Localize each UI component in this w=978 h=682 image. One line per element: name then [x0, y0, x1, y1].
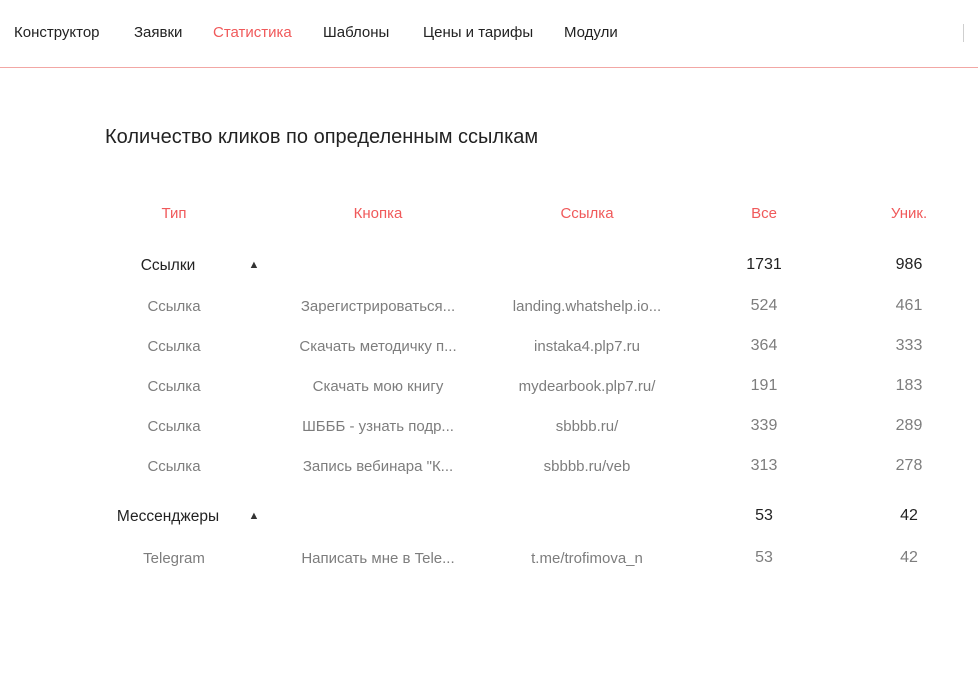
- collapse-triangle-icon[interactable]: ▲: [249, 259, 260, 271]
- column-header-all: Все: [751, 205, 777, 222]
- row-link[interactable]: mydearbook.plp7.ru/: [519, 378, 656, 395]
- row-link[interactable]: t.me/trofimova_n: [531, 550, 643, 567]
- nav-item-modules[interactable]: Модули: [564, 24, 618, 41]
- column-header-type: Тип: [161, 205, 187, 222]
- row-link[interactable]: instaka4.plp7.ru: [534, 338, 640, 355]
- row-all: 313: [750, 457, 778, 474]
- group-name-messengers: Мессенджеры: [116, 508, 220, 525]
- nav-item-statistics[interactable]: Статистика: [213, 24, 292, 41]
- group-name-links: Ссылки: [140, 257, 196, 274]
- row-type: Ссылка: [147, 458, 201, 475]
- row-type: Ссылка: [147, 378, 201, 395]
- row-all: 53: [755, 549, 773, 566]
- row-unique: 461: [895, 297, 923, 314]
- row-all: 339: [750, 417, 778, 434]
- row-type: Ссылка: [147, 418, 201, 435]
- collapse-triangle-icon[interactable]: ▲: [249, 510, 260, 522]
- column-header-link: Ссылка: [560, 205, 614, 222]
- nav-edge-divider: [963, 24, 964, 42]
- row-type: Ссылка: [147, 338, 201, 355]
- column-header-unique: Уник.: [890, 205, 928, 222]
- row-type: Ссылка: [147, 298, 201, 315]
- row-unique: 183: [895, 377, 923, 394]
- nav-item-templates[interactable]: Шаблоны: [323, 24, 389, 41]
- row-all: 524: [750, 297, 778, 314]
- group-total-unique: 42: [900, 507, 918, 524]
- nav-item-constructor[interactable]: Конструктор: [14, 24, 100, 41]
- group-total-all: 1731: [746, 256, 782, 273]
- row-unique: 42: [900, 549, 918, 566]
- row-button: Скачать мою книгу: [312, 378, 444, 395]
- row-unique: 278: [895, 457, 923, 474]
- group-total-all: 53: [755, 507, 773, 524]
- top-nav: Конструктор Заявки Статистика Шаблоны Це…: [0, 0, 978, 68]
- row-all: 191: [750, 377, 778, 394]
- row-all: 364: [750, 337, 778, 354]
- row-button: Скачать методичку п...: [299, 338, 457, 355]
- row-link[interactable]: landing.whatshelp.io...: [513, 298, 661, 315]
- nav-item-requests[interactable]: Заявки: [134, 24, 182, 41]
- row-button: Зарегистрироваться...: [300, 298, 456, 315]
- row-button: Написать мне в Tele...: [301, 550, 455, 567]
- section-title: Количество кликов по определенным ссылка…: [105, 126, 539, 148]
- row-unique: 333: [895, 337, 923, 354]
- row-button: Запись вебинара "К...: [302, 458, 454, 475]
- column-header-button: Кнопка: [353, 205, 403, 222]
- row-type: Telegram: [143, 550, 205, 567]
- row-link[interactable]: sbbbb.ru/: [556, 418, 619, 435]
- row-unique: 289: [895, 417, 923, 434]
- row-button: ШБББ - узнать подр...: [302, 418, 454, 435]
- row-link[interactable]: sbbbb.ru/veb: [544, 458, 631, 475]
- nav-item-prices[interactable]: Цены и тарифы: [423, 24, 533, 41]
- group-total-unique: 986: [895, 256, 923, 273]
